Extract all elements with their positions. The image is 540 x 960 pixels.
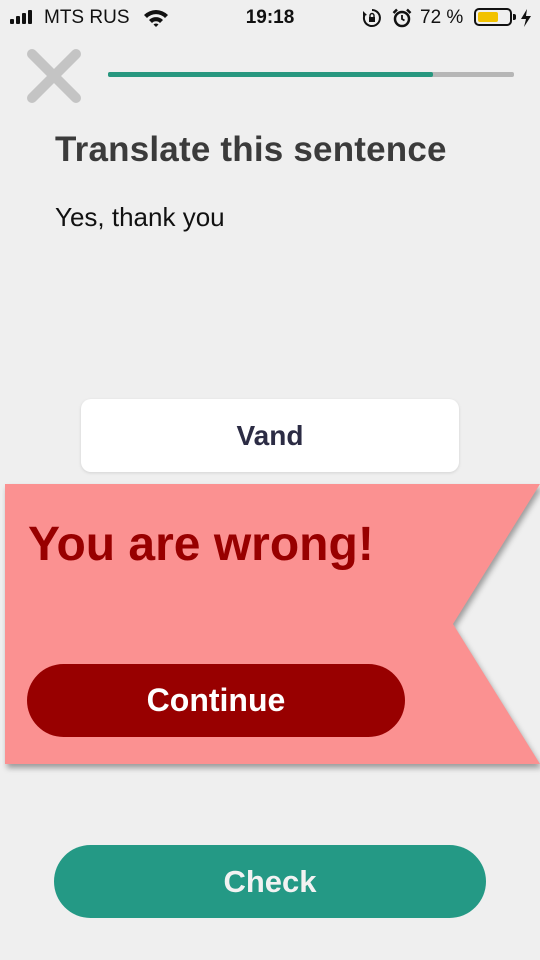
battery-level: [478, 12, 499, 22]
close-button[interactable]: [24, 46, 84, 106]
answer-text: Vand: [236, 419, 304, 451]
check-button[interactable]: Check: [54, 845, 486, 918]
alarm-icon: [392, 8, 412, 28]
check-label: Check: [223, 863, 317, 899]
close-icon: [27, 49, 81, 103]
wrong-answer-message: You are wrong!: [28, 518, 374, 571]
instruction-title: Translate this sentence: [55, 130, 447, 169]
continue-button[interactable]: Continue: [27, 664, 405, 737]
continue-label: Continue: [146, 682, 286, 718]
feedback-banner: You are wrong! Continue: [5, 484, 540, 764]
battery-icon: [474, 8, 516, 26]
rotation-lock-icon: [362, 9, 381, 27]
lesson-progress-bar: [108, 72, 514, 77]
status-bar: MTS RUS 19:18 72 %: [0, 0, 540, 36]
source-sentence: Yes, thank you: [55, 202, 225, 232]
lesson-progress-fill: [108, 72, 433, 77]
battery-percent: 72 %: [420, 7, 464, 28]
charging-icon: [521, 9, 531, 27]
answer-input[interactable]: Vand: [81, 399, 459, 472]
